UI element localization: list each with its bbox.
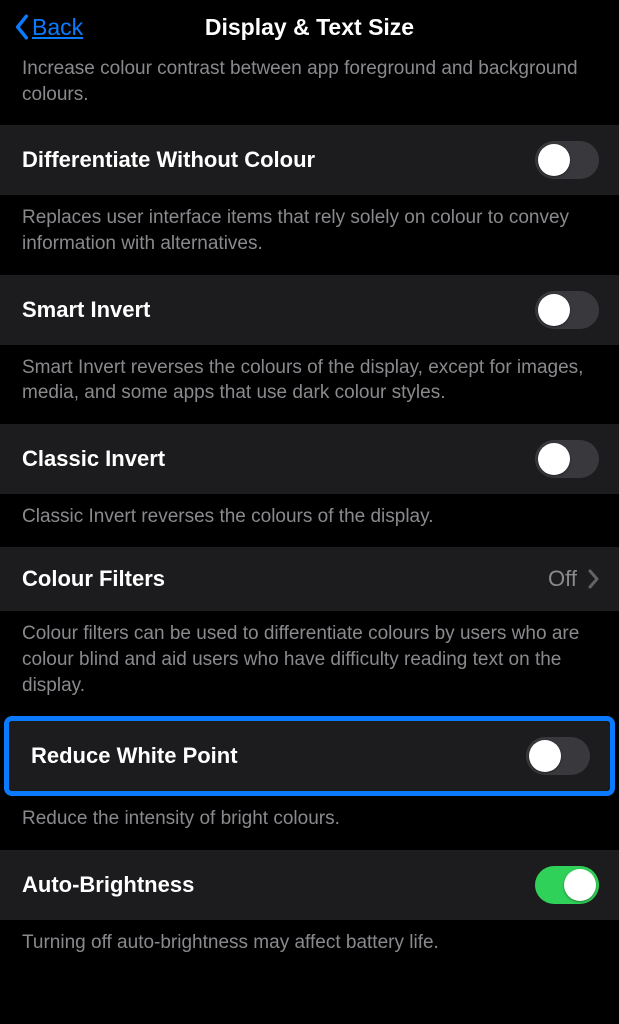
row-colour-filters[interactable]: Colour Filters Off <box>0 547 619 611</box>
page-title: Display & Text Size <box>0 14 619 41</box>
row-label: Auto-Brightness <box>22 872 194 898</box>
toggle-smart-invert[interactable] <box>535 291 599 329</box>
row-desc: Colour filters can be used to differenti… <box>0 611 619 716</box>
row-reduce-white-point[interactable]: Reduce White Point <box>9 721 610 791</box>
highlight-box: Reduce White Point <box>4 716 615 796</box>
toggle-auto-brightness[interactable] <box>535 866 599 904</box>
row-smart-invert[interactable]: Smart Invert <box>0 275 619 345</box>
toggle-differentiate-without-colour[interactable] <box>535 141 599 179</box>
row-value: Off <box>548 566 577 592</box>
row-desc: Smart Invert reverses the colours of the… <box>0 345 619 424</box>
row-label: Colour Filters <box>22 566 165 592</box>
row-label: Smart Invert <box>22 297 150 323</box>
row-label: Differentiate Without Colour <box>22 147 315 173</box>
row-desc: Increase colour contrast between app for… <box>0 54 619 125</box>
settings-list: Increase colour contrast between app for… <box>0 54 619 974</box>
row-auto-brightness[interactable]: Auto-Brightness <box>0 850 619 920</box>
row-classic-invert[interactable]: Classic Invert <box>0 424 619 494</box>
back-label: Back <box>32 14 83 41</box>
row-value-accessory: Off <box>548 566 599 592</box>
row-label: Classic Invert <box>22 446 165 472</box>
row-desc: Reduce the intensity of bright colours. <box>0 796 619 850</box>
row-label: Reduce White Point <box>31 743 238 769</box>
back-button[interactable]: Back <box>0 14 83 41</box>
toggle-reduce-white-point[interactable] <box>526 737 590 775</box>
chevron-right-icon <box>587 569 599 589</box>
row-desc: Turning off auto-brightness may affect b… <box>0 920 619 974</box>
nav-bar: Back Display & Text Size <box>0 0 619 54</box>
row-desc: Classic Invert reverses the colours of t… <box>0 494 619 548</box>
row-differentiate-without-colour[interactable]: Differentiate Without Colour <box>0 125 619 195</box>
row-desc: Replaces user interface items that rely … <box>0 195 619 274</box>
chevron-left-icon <box>14 14 30 40</box>
toggle-classic-invert[interactable] <box>535 440 599 478</box>
